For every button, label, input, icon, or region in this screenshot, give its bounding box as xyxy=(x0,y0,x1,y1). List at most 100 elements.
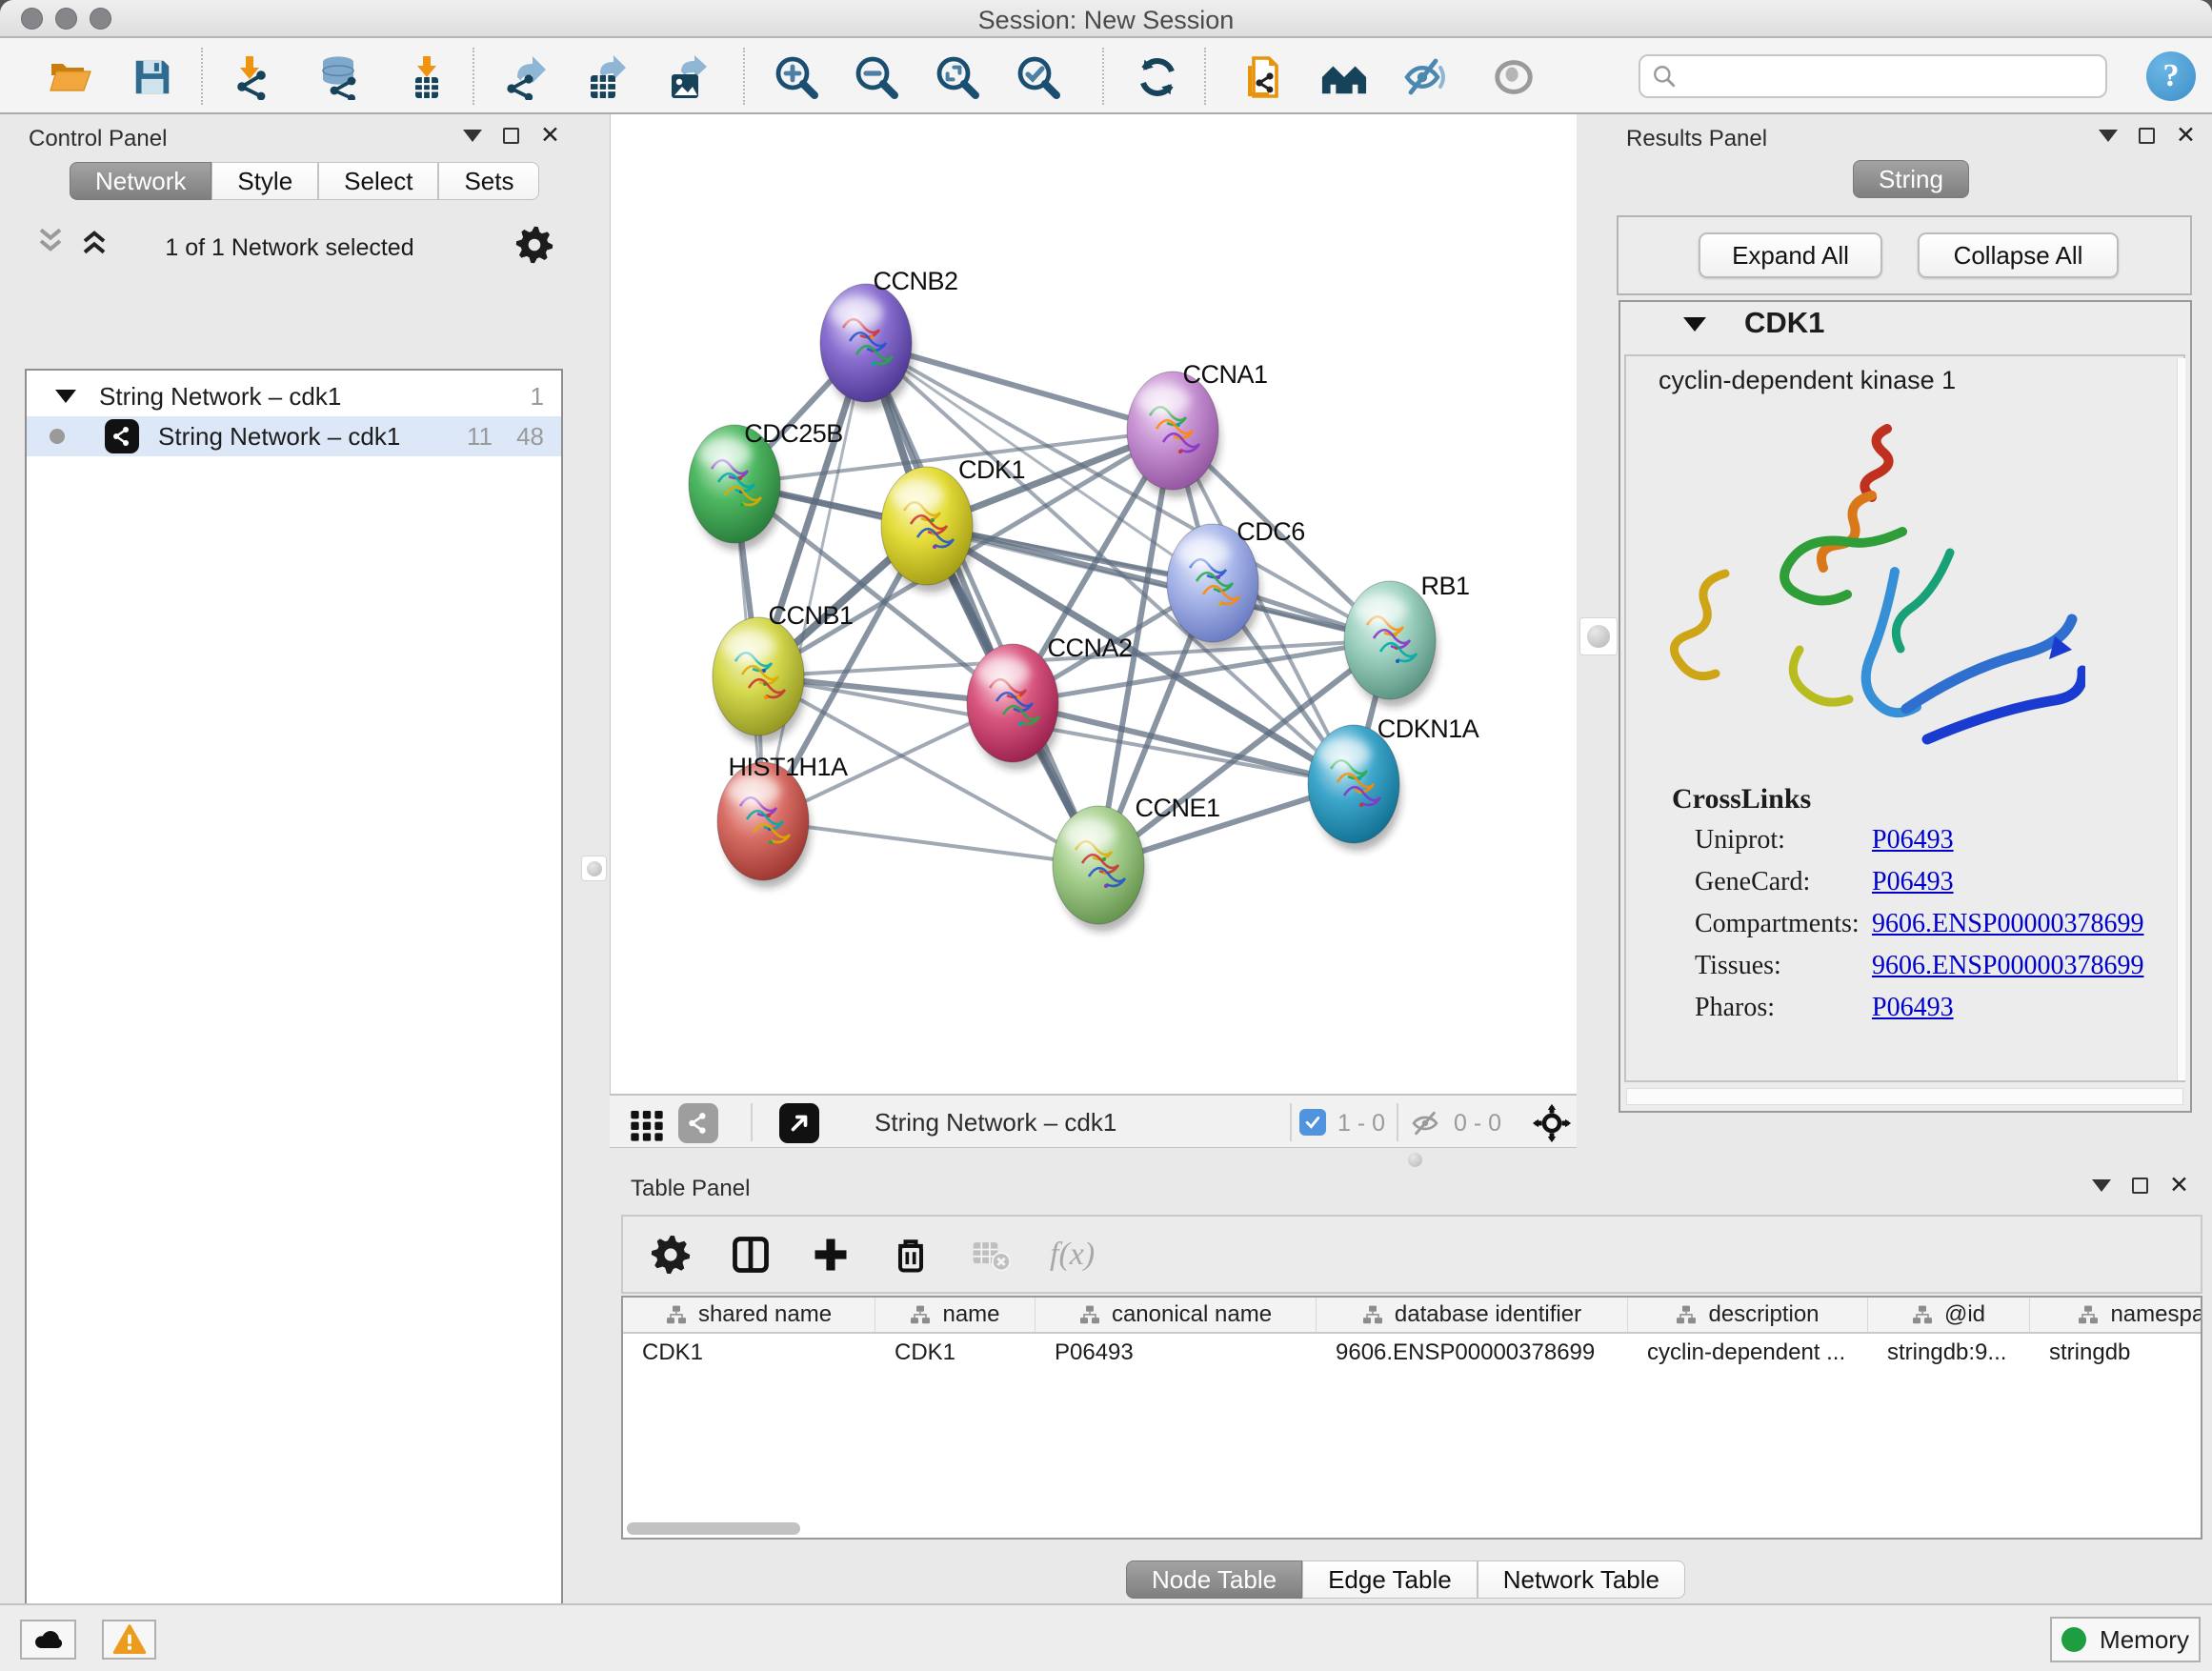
crosshair-icon xyxy=(1532,1103,1572,1143)
expand-all-button[interactable]: Expand All xyxy=(1699,232,1882,278)
results-horizontal-scrollbar[interactable] xyxy=(1626,1088,2183,1105)
edge-CCNB2-CCNE1[interactable] xyxy=(866,343,1098,865)
delete-column-button[interactable] xyxy=(890,1234,932,1276)
column-header-namespace[interactable]: namespace xyxy=(2030,1298,2202,1332)
tab-edge-table[interactable]: Edge Table xyxy=(1302,1560,1478,1599)
edge-HIST1H1A-CCNE1[interactable] xyxy=(763,821,1098,865)
tab-string[interactable]: String xyxy=(1853,160,1969,198)
hide-graphics-button[interactable] xyxy=(1401,53,1449,101)
fit-selected-button[interactable] xyxy=(1532,1103,1572,1148)
protein-structure-image[interactable] xyxy=(1666,412,2085,793)
right-splitter[interactable] xyxy=(1577,114,1622,1170)
column-header-database-identifier[interactable]: database identifier xyxy=(1317,1298,1628,1332)
tab-node-table[interactable]: Node Table xyxy=(1126,1560,1302,1599)
float-panel-icon[interactable] xyxy=(503,128,519,144)
tab-network[interactable]: Network xyxy=(70,162,211,200)
help-button[interactable]: ? xyxy=(2146,51,2196,101)
horizontal-splitter-handle[interactable] xyxy=(1408,1153,1422,1167)
panel-menu-icon[interactable] xyxy=(463,130,482,142)
close-panel-icon[interactable]: ✕ xyxy=(540,128,560,144)
close-panel-icon[interactable]: ✕ xyxy=(2176,128,2196,144)
add-column-button[interactable] xyxy=(810,1234,852,1276)
table-row[interactable]: CDK1CDK1P064939606.ENSP00000378699cyclin… xyxy=(623,1334,2201,1372)
collapse-all-button[interactable]: Collapse All xyxy=(1918,232,2119,278)
panel-menu-icon[interactable] xyxy=(2092,1179,2111,1192)
network-node-CCNB2[interactable] xyxy=(820,284,914,410)
results-panel-tabs: String xyxy=(1853,160,1969,198)
export-image-button[interactable] xyxy=(663,53,711,101)
results-vertical-scrollbar[interactable] xyxy=(2177,358,2185,1080)
table-options-button[interactable] xyxy=(650,1234,692,1276)
search-input[interactable] xyxy=(1677,62,2077,91)
show-graphics-details-button[interactable] xyxy=(1490,53,1538,101)
close-panel-icon[interactable]: ✕ xyxy=(2169,1178,2189,1194)
collapse-triangle-icon[interactable] xyxy=(55,390,76,403)
export-table-button[interactable] xyxy=(582,53,630,101)
open-in-browser-button[interactable] xyxy=(779,1103,819,1143)
tab-sets[interactable]: Sets xyxy=(438,162,539,200)
edge-CCNB2-HIST1H1A[interactable] xyxy=(763,343,866,821)
column-header-canonical-name[interactable]: canonical name xyxy=(1036,1298,1317,1332)
import-network-button[interactable] xyxy=(226,53,273,101)
node-label-CCNA2: CCNA2 xyxy=(1047,634,1132,662)
zoom-out-button[interactable] xyxy=(853,53,900,101)
network-node-CCNA2[interactable] xyxy=(967,644,1060,770)
export-network-button[interactable] xyxy=(501,53,549,101)
column-header-shared-name[interactable]: shared name xyxy=(623,1298,875,1332)
birds-eye-view-button[interactable] xyxy=(623,1101,671,1149)
network-node-CCNA1[interactable] xyxy=(1127,372,1220,497)
crosslink-link[interactable]: 9606.ENSP00000378699 xyxy=(1872,951,2143,981)
crosslink-label: Compartments: xyxy=(1695,909,1860,938)
show-columns-button[interactable] xyxy=(730,1234,772,1276)
network-canvas[interactable]: CCNB2CCNA1CDC25BCDK1CDC6RB1CCNB1CCNA2CDK… xyxy=(610,114,1577,1094)
network-options-button[interactable] xyxy=(514,225,554,270)
column-header-name[interactable]: name xyxy=(875,1298,1036,1332)
table-panel-title: Table Panel xyxy=(631,1176,750,1202)
network-node-CCNB1[interactable] xyxy=(713,617,806,743)
crosslink-link[interactable]: 9606.ENSP00000378699 xyxy=(1872,909,2143,939)
left-splitter[interactable] xyxy=(579,114,610,1603)
hierarchy-icon xyxy=(1079,1305,1100,1324)
crosslink-link[interactable]: P06493 xyxy=(1872,993,1954,1023)
selected-checkbox[interactable] xyxy=(1299,1109,1326,1136)
collapse-gene-icon[interactable] xyxy=(1683,317,1706,332)
network-collection-row[interactable]: String Network – cdk1 1 xyxy=(27,376,561,416)
zoom-in-button[interactable] xyxy=(773,53,820,101)
float-panel-icon[interactable] xyxy=(2132,1178,2148,1194)
network-node-CDK1[interactable] xyxy=(881,467,975,593)
import-table-button[interactable] xyxy=(403,53,451,101)
left-splitter-handle[interactable] xyxy=(581,856,607,881)
search-field[interactable] xyxy=(1639,54,2107,98)
crosslink-link[interactable]: P06493 xyxy=(1872,825,1954,856)
open-stringapp-home-button[interactable] xyxy=(1320,53,1368,101)
network-node-CCNE1[interactable] xyxy=(1053,806,1146,932)
tab-select[interactable]: Select xyxy=(318,162,438,200)
refresh-view-button[interactable] xyxy=(1134,53,1181,101)
string-style-button[interactable] xyxy=(678,1103,718,1143)
import-network-from-database-button[interactable] xyxy=(314,53,362,101)
column-header-description[interactable]: description xyxy=(1628,1298,1868,1332)
cloud-button[interactable] xyxy=(20,1620,76,1660)
network-node-CDKN1A[interactable] xyxy=(1308,725,1401,851)
tab-network-table[interactable]: Network Table xyxy=(1478,1560,1685,1599)
zoom-fit-button[interactable] xyxy=(934,53,981,101)
control-panel-title: Control Panel xyxy=(29,126,167,152)
network-selection-status: 1 of 1 Network selected xyxy=(0,234,579,262)
save-session-button[interactable] xyxy=(129,53,176,101)
right-splitter-handle[interactable] xyxy=(1579,617,1618,655)
zoom-selected-button[interactable] xyxy=(1015,53,1062,101)
float-panel-icon[interactable] xyxy=(2139,128,2155,144)
network-row[interactable]: String Network – cdk1 11 48 xyxy=(27,416,561,456)
export-network-to-file-button[interactable] xyxy=(1239,53,1287,101)
column-header-@id[interactable]: @id xyxy=(1868,1298,2030,1332)
open-session-button[interactable] xyxy=(47,53,94,101)
panel-menu-icon[interactable] xyxy=(2099,130,2118,142)
network-view-toolbar: String Network – cdk1 1 - 0 0 - 0 xyxy=(610,1094,1577,1148)
tab-style[interactable]: Style xyxy=(211,162,318,200)
warnings-button[interactable] xyxy=(102,1620,156,1660)
toolbar-separator xyxy=(1204,48,1206,105)
memory-button[interactable]: Memory xyxy=(2050,1617,2201,1662)
table-horizontal-scrollbar[interactable] xyxy=(627,1522,800,1535)
crosslink-link[interactable]: P06493 xyxy=(1872,867,1954,897)
horizontal-splitter[interactable] xyxy=(610,1148,2212,1172)
